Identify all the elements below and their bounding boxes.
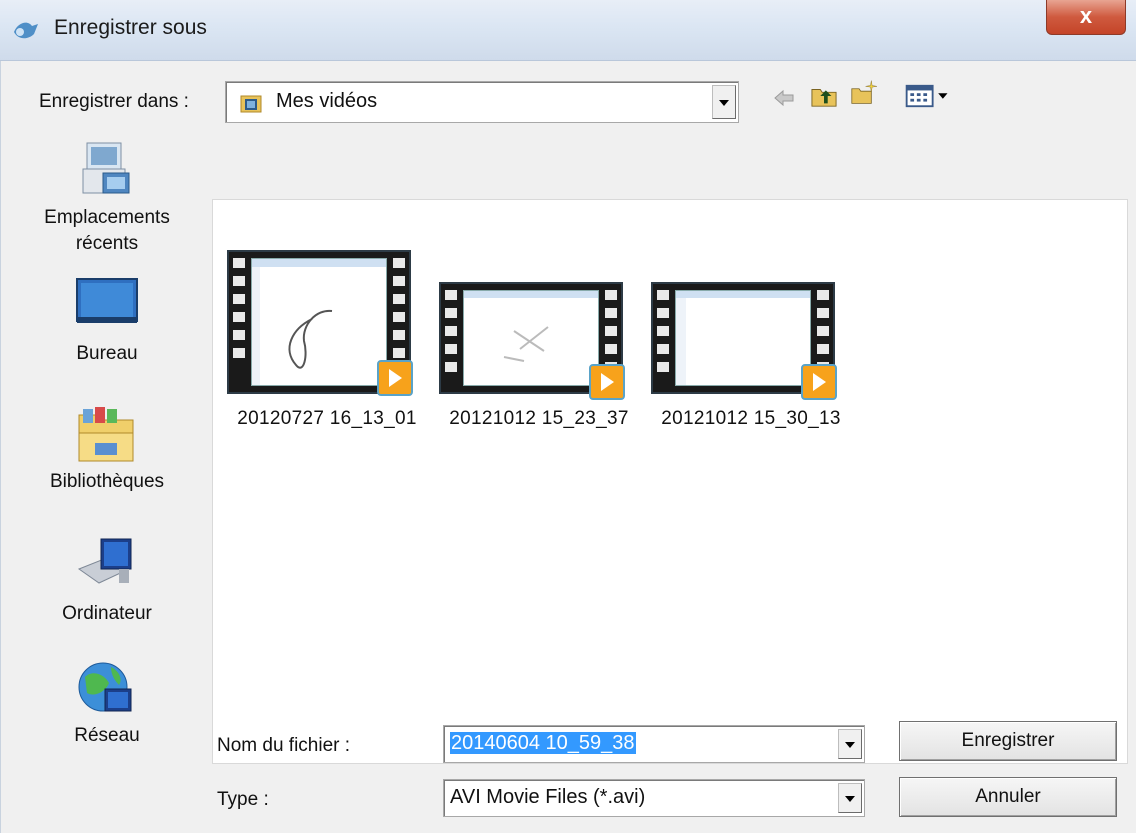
desktop-icon (76, 278, 138, 323)
play-icon (589, 364, 625, 400)
save-in-label: Enregistrer dans : (39, 91, 189, 112)
file-name: 20120727 16_13_01 (237, 408, 417, 429)
title-bar: Enregistrer sous x (0, 0, 1136, 61)
close-button[interactable]: x (1046, 0, 1126, 35)
recent-places-icon (82, 142, 130, 194)
app-icon (14, 22, 38, 39)
place-desktop-label: Bureau (76, 343, 138, 364)
network-icon (78, 662, 132, 712)
place-libraries[interactable]: Bibliothèques (13, 403, 201, 495)
libraries-icon (78, 407, 134, 462)
file-item[interactable]: 20121012 15_30_13 (651, 282, 851, 430)
place-libraries-label: Bibliothèques (49, 471, 165, 492)
file-list[interactable]: 20120727 16_13_01 20121012 15_23_37 2012… (212, 199, 1128, 764)
filetype-label: Type : (217, 789, 269, 810)
location-select[interactable]: Mes vidéos (225, 81, 739, 123)
place-network-label: Réseau (74, 725, 140, 746)
places-bar: Emplacements récents Bureau Bibliothèque… (13, 142, 201, 819)
place-recent-label: Emplacements récents (44, 207, 170, 254)
filename-dropdown-button[interactable] (838, 729, 862, 759)
window-title: Enregistrer sous (54, 16, 207, 39)
file-item[interactable]: 20121012 15_23_37 (439, 282, 639, 430)
filename-value: 20140604 10_59_38 (450, 732, 636, 754)
view-menu-icon[interactable] (903, 83, 953, 109)
play-icon (801, 364, 837, 400)
dialog-body: Enregistrer dans : Mes vidéos Emplacemen… (0, 61, 1136, 833)
place-computer[interactable]: Ordinateur (13, 535, 201, 627)
location-dropdown-button[interactable] (712, 85, 736, 119)
place-desktop[interactable]: Bureau (13, 277, 201, 367)
file-name: 20121012 15_23_37 (449, 408, 629, 429)
filetype-dropdown-button[interactable] (838, 783, 862, 813)
filename-input[interactable]: 20140604 10_59_38 (443, 725, 865, 763)
play-icon (377, 360, 413, 396)
filetype-select[interactable]: AVI Movie Files (*.avi) (443, 779, 865, 817)
cancel-button[interactable]: Annuler (899, 777, 1117, 817)
computer-icon (77, 538, 132, 584)
place-computer-label: Ordinateur (62, 603, 152, 624)
new-folder-icon[interactable] (847, 79, 881, 105)
save-button[interactable]: Enregistrer (899, 721, 1117, 761)
place-network[interactable]: Réseau (13, 657, 201, 749)
filetype-value: AVI Movie Files (*.avi) (450, 786, 646, 808)
file-name: 20121012 15_30_13 (661, 408, 841, 429)
location-value: Mes vidéos (276, 90, 378, 112)
filename-label: Nom du fichier : (217, 735, 351, 756)
file-item[interactable]: 20120727 16_13_01 (227, 250, 427, 430)
up-folder-icon[interactable] (809, 83, 839, 109)
video-folder-icon (240, 95, 262, 113)
place-recent[interactable]: Emplacements récents (13, 139, 201, 257)
back-arrow-icon[interactable] (771, 85, 797, 111)
